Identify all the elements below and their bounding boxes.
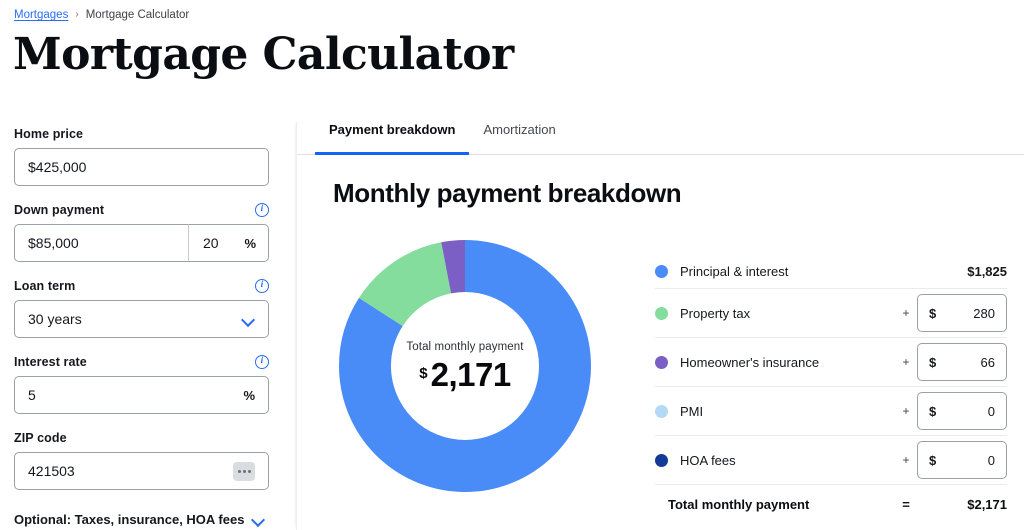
field-head-down-payment: Down payment i (14, 202, 269, 218)
calculator-form: Home price $425,000 Down payment i $85,0… (14, 126, 269, 527)
pmi-input[interactable]: $ 0 (917, 392, 1007, 430)
donut-total-amount: $ 2,171 (419, 355, 512, 393)
interest-rate-input[interactable]: 5 % (14, 376, 269, 414)
field-head-loan-term: Loan term i (14, 278, 269, 294)
total-monthly-payment-row: Total monthly payment = $2,171 (655, 487, 1007, 521)
legend-row-principal-interest: Principal & interest $1,825 (655, 255, 1007, 289)
donut-center-label: Total monthly payment $ 2,171 (339, 240, 591, 492)
field-head-interest-rate: Interest rate i (14, 354, 269, 370)
legend-dot-pmi (655, 404, 668, 418)
percent-symbol: % (244, 235, 256, 251)
label-home-price: Home price (14, 127, 84, 141)
field-zip-code: ZIP code 421503 (14, 430, 269, 490)
legend-row-pmi: PMI + $ 0 (655, 387, 1007, 436)
donut-caption: Total monthly payment (406, 340, 524, 353)
zip-code-value: 421503 (28, 463, 75, 479)
legend-dot-principal-interest (655, 265, 668, 278)
down-payment-amount-input[interactable]: $85,000 (14, 224, 189, 262)
down-payment-percent-input[interactable]: 20 (203, 235, 219, 251)
field-home-price: Home price $425,000 (14, 126, 269, 186)
label-zip-code: ZIP code (14, 431, 67, 445)
legend-label-hoa-fees: HOA fees (680, 452, 736, 468)
property-tax-value: 280 (973, 305, 995, 321)
pmi-currency: $ (929, 403, 937, 419)
autofill-more-icon[interactable] (233, 461, 255, 481)
legend-label-principal-interest: Principal & interest (680, 264, 789, 279)
optional-fields-label: Optional: Taxes, insurance, HOA fees (14, 512, 245, 527)
hoa-fees-input[interactable]: $ 0 (917, 441, 1007, 479)
field-down-payment: Down payment i $85,000 20 % (14, 202, 269, 262)
field-interest-rate: Interest rate i 5 % (14, 354, 269, 414)
zip-code-input[interactable]: 421503 (14, 452, 269, 490)
tab-amortization[interactable]: Amortization (469, 122, 569, 154)
info-icon-interest-rate[interactable]: i (255, 355, 269, 369)
loan-term-value: 30 years (28, 311, 82, 327)
homeowners-insurance-input[interactable]: $ 66 (917, 343, 1007, 381)
breadcrumb-current: Mortgage Calculator (85, 9, 190, 21)
label-down-payment: Down payment (14, 203, 105, 217)
label-interest-rate: Interest rate (14, 355, 87, 369)
breadcrumb: Mortgages › Mortgage Calculator (14, 7, 189, 23)
breadcrumb-link-mortgages[interactable]: Mortgages (14, 7, 68, 23)
legend-label-homeowners-insurance: Homeowner's insurance (680, 354, 820, 370)
hoa-fees-currency: $ (929, 452, 937, 468)
breadcrumb-separator-icon: › (75, 9, 79, 20)
chevron-down-icon (242, 313, 255, 326)
homeowners-insurance-currency: $ (929, 354, 937, 370)
property-tax-currency: $ (929, 305, 937, 321)
home-price-input[interactable]: $425,000 (14, 148, 269, 186)
chevron-down-icon-optional (252, 513, 265, 526)
legend-label-pmi: PMI (680, 403, 704, 419)
field-loan-term: Loan term i 30 years (14, 278, 269, 338)
homeowners-insurance-value: 66 (980, 354, 995, 370)
label-loan-term: Loan term (14, 279, 76, 293)
legend-dot-hoa-fees (655, 453, 668, 467)
percent-symbol-interest: % (243, 387, 255, 403)
legend-value-principal-interest: $1,825 (967, 264, 1007, 279)
tab-payment-breakdown[interactable]: Payment breakdown (315, 122, 470, 155)
legend-row-homeowners-insurance: Homeowner's insurance + $ 66 (655, 338, 1007, 387)
panel-title: Monthly payment breakdown (333, 178, 682, 208)
payment-legend-list: Principal & interest $1,825 Property tax… (655, 255, 1007, 521)
legend-dot-homeowners-insurance (655, 355, 668, 369)
optional-fields-toggle[interactable]: Optional: Taxes, insurance, HOA fees (14, 512, 269, 527)
field-head-home-price: Home price (14, 126, 269, 142)
mortgage-calculator-page: Mortgages › Mortgage Calculator Mortgage… (0, 0, 1024, 530)
legend-operator-homeowners-insurance: + (902, 355, 910, 369)
info-icon-down-payment[interactable]: i (255, 203, 269, 217)
info-icon-loan-term[interactable]: i (255, 279, 269, 293)
interest-rate-value: 5 (28, 387, 36, 403)
down-payment-percent-group: 20 % (189, 224, 269, 262)
results-tabs: Payment breakdown Amortization (297, 122, 1024, 155)
total-operator: = (902, 496, 910, 512)
total-value: $2,171 (967, 496, 1007, 512)
total-label: Total monthly payment (668, 496, 810, 512)
loan-term-select[interactable]: 30 years (14, 300, 269, 338)
field-head-zip-code: ZIP code (14, 430, 269, 446)
legend-row-hoa-fees: HOA fees + $ 0 (655, 436, 1007, 485)
pmi-value: 0 (987, 403, 995, 419)
hoa-fees-value: 0 (987, 452, 995, 468)
legend-label-property-tax: Property tax (680, 305, 751, 321)
down-payment-group: $85,000 20 % (14, 224, 269, 262)
legend-operator-pmi: + (902, 404, 910, 418)
legend-operator-hoa-fees: + (902, 453, 910, 467)
payment-donut-chart: Total monthly payment $ 2,171 (339, 240, 599, 502)
page-title: Mortgage Calculator (13, 29, 514, 80)
legend-dot-property-tax (655, 306, 668, 320)
legend-row-property-tax: Property tax + $ 280 (655, 289, 1007, 338)
donut-currency-symbol: $ (419, 364, 428, 382)
donut-amount-value: 2,171 (430, 355, 512, 393)
legend-operator-property-tax: + (902, 306, 910, 320)
results-panel: Payment breakdown Amortization Monthly p… (296, 122, 1024, 530)
property-tax-input[interactable]: $ 280 (917, 294, 1007, 332)
